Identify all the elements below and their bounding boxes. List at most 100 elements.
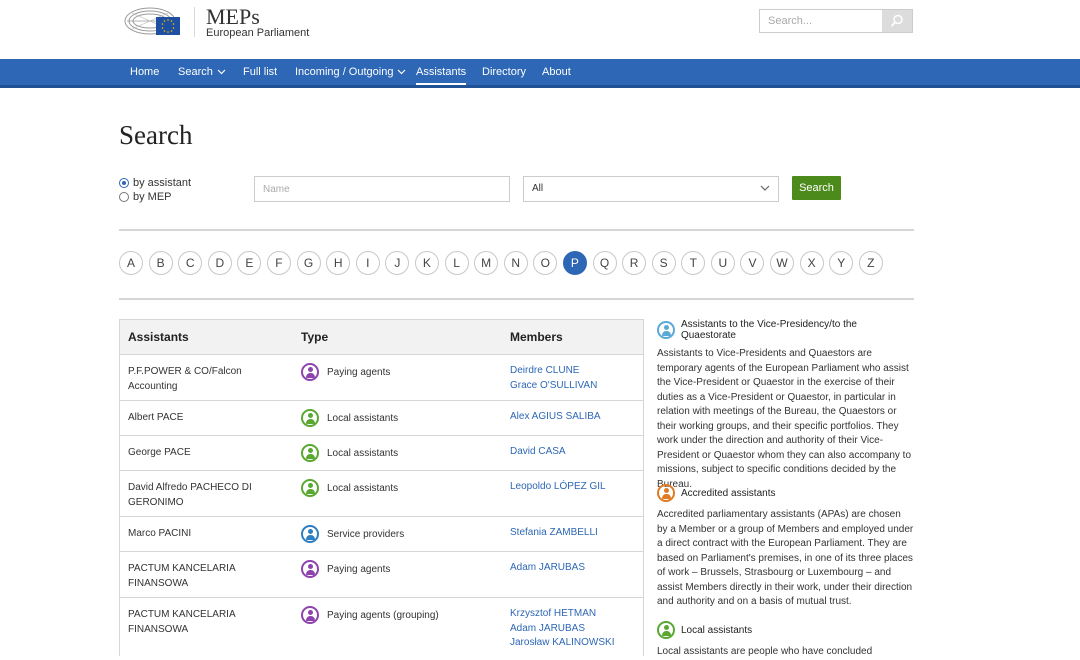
chevron-down-icon bbox=[217, 69, 226, 75]
info-heading: Accredited assistants bbox=[657, 484, 914, 502]
divider bbox=[119, 298, 914, 300]
letter-filter-b[interactable]: B bbox=[148, 251, 173, 275]
letter-filter-y[interactable]: Y bbox=[829, 251, 854, 275]
person-icon bbox=[657, 621, 675, 639]
european-parliament-logo-icon[interactable] bbox=[124, 5, 182, 37]
letter-filter-k[interactable]: K bbox=[414, 251, 439, 275]
letter-filter-p[interactable]: P bbox=[562, 251, 587, 275]
alphabet-filter: ABCDEFGHIJKLMNOPQRSTUVWXYZ bbox=[119, 251, 888, 275]
info-local-assistants: Local assistants Local assistants are pe… bbox=[657, 621, 914, 660]
radio-by-mep-label: by MEP bbox=[133, 191, 172, 203]
nav-search[interactable]: Search bbox=[178, 59, 226, 85]
nav-full-list[interactable]: Full list bbox=[243, 59, 277, 85]
letter-filter-r[interactable]: R bbox=[622, 251, 647, 275]
radio-button-checked[interactable] bbox=[119, 178, 129, 188]
nav-full-list-label: Full list bbox=[243, 66, 278, 78]
nav-home[interactable]: Home bbox=[130, 59, 159, 85]
member-link[interactable]: Stefania ZAMBELLI bbox=[510, 526, 598, 541]
info-text: Accredited parliamentary assistants (APA… bbox=[657, 509, 914, 607]
letter-filter-s[interactable]: S bbox=[651, 251, 676, 275]
member-link[interactable]: Alex AGIUS SALIBA bbox=[510, 410, 601, 425]
nav-directory[interactable]: Directory bbox=[482, 59, 526, 85]
member-link[interactable]: Leopoldo LÓPEZ GIL bbox=[510, 480, 606, 495]
radio-button[interactable] bbox=[119, 192, 129, 202]
letter-filter-j[interactable]: J bbox=[385, 251, 410, 275]
nav-search-label: Search bbox=[178, 66, 213, 78]
assistants-table: Assistants Type Members P.F.POWER & CO/F… bbox=[119, 319, 644, 656]
letter-filter-z[interactable]: Z bbox=[858, 251, 883, 275]
page-title: Search bbox=[119, 120, 193, 150]
letter-filter-e[interactable]: E bbox=[237, 251, 262, 275]
info-text: Assistants to Vice-Presidents and Quaest… bbox=[657, 348, 912, 490]
table-row: PACTUM KANCELARIA FINANSOWA Paying agents… bbox=[120, 552, 643, 598]
assistant-name: PACTUM KANCELARIA FINANSOWA bbox=[128, 563, 236, 589]
letter-filter-o[interactable]: O bbox=[533, 251, 558, 275]
letter-filter-d[interactable]: D bbox=[207, 251, 232, 275]
letter-filter-n[interactable]: N bbox=[503, 251, 528, 275]
info-accredited-assistants: Accredited assistants Accredited parliam… bbox=[657, 484, 914, 610]
member-link[interactable]: David CASA bbox=[510, 445, 566, 460]
assistant-name: George PACE bbox=[128, 447, 191, 458]
site-subtitle: European Parliament bbox=[206, 27, 310, 39]
person-icon bbox=[301, 560, 319, 578]
member-link[interactable]: Adam JARUBAS bbox=[510, 561, 585, 576]
member-link[interactable]: Deirdre CLUNE bbox=[510, 364, 597, 379]
members-list: Deirdre CLUNE Grace O'SULLIVAN bbox=[510, 364, 597, 393]
nav-incoming-outgoing[interactable]: Incoming / Outgoing bbox=[295, 59, 406, 85]
column-header-type[interactable]: Type bbox=[301, 330, 328, 344]
column-header-members[interactable]: Members bbox=[510, 330, 563, 344]
assistant-name: Marco PACINI bbox=[128, 528, 192, 539]
letter-filter-w[interactable]: W bbox=[770, 251, 795, 275]
radio-by-assistant-label: by assistant bbox=[133, 177, 192, 189]
assistant-type-label: Paying agents bbox=[327, 366, 391, 378]
members-list: Krzysztof HETMAN Adam JARUBAS Jarosław KAL… bbox=[510, 607, 614, 651]
nav-home-label: Home bbox=[130, 66, 160, 78]
info-vice-presidency: Assistants to the Vice-Presidency/to the… bbox=[657, 319, 914, 492]
letter-filter-i[interactable]: I bbox=[355, 251, 380, 275]
table-row: David Alfredo PACHECO DI GERONIMO Local a… bbox=[120, 471, 643, 517]
assistant-type: Local assistants bbox=[301, 444, 398, 462]
letter-filter-f[interactable]: F bbox=[266, 251, 291, 275]
name-input[interactable] bbox=[254, 176, 510, 202]
info-title: Accredited assistants bbox=[681, 487, 776, 499]
letter-filter-q[interactable]: Q bbox=[592, 251, 617, 275]
letter-filter-g[interactable]: G bbox=[296, 251, 321, 275]
letter-filter-c[interactable]: C bbox=[178, 251, 203, 275]
assistant-name: Albert PACE bbox=[128, 412, 184, 423]
type-select[interactable]: All bbox=[523, 176, 779, 202]
member-link[interactable]: Jarosław KALINOWSKI bbox=[510, 636, 614, 651]
letter-filter-l[interactable]: L bbox=[444, 251, 469, 275]
member-link[interactable]: Krzysztof HETMAN bbox=[510, 607, 614, 622]
assistant-type-label: Paying agents bbox=[327, 563, 391, 575]
radio-by-mep[interactable]: by MEP bbox=[119, 191, 172, 203]
letter-filter-h[interactable]: H bbox=[326, 251, 351, 275]
letter-filter-a[interactable]: A bbox=[119, 251, 143, 275]
person-icon bbox=[301, 444, 319, 462]
member-link[interactable]: Adam JARUBAS bbox=[510, 622, 614, 637]
search-icon bbox=[890, 14, 903, 27]
letter-filter-u[interactable]: U bbox=[710, 251, 735, 275]
column-header-assistants[interactable]: Assistants bbox=[128, 330, 189, 344]
letter-filter-x[interactable]: X bbox=[799, 251, 824, 275]
assistant-type-label: Local assistants bbox=[327, 447, 399, 459]
table-row: Albert PACE Local assistants Alex AGIUS SA… bbox=[120, 401, 643, 436]
table-row: Marco PACINI Service providers Stefania ZA… bbox=[120, 517, 643, 552]
info-text: Local assistants are people who have con… bbox=[657, 646, 873, 657]
search-submit-button[interactable]: Search bbox=[792, 176, 841, 200]
nav-about[interactable]: About bbox=[542, 59, 571, 85]
table-body: P.F.POWER & CO/Falcon Accounting Paying a… bbox=[120, 355, 643, 656]
radio-by-assistant[interactable]: by assistant bbox=[119, 177, 191, 189]
person-icon bbox=[301, 479, 319, 497]
assistant-type: Local assistants bbox=[301, 479, 398, 497]
members-list: Leopoldo LÓPEZ GIL bbox=[510, 480, 606, 495]
header-search-button[interactable] bbox=[882, 10, 912, 32]
header-search-input[interactable] bbox=[760, 10, 882, 32]
assistant-type: Paying agents bbox=[301, 560, 390, 578]
letter-filter-v[interactable]: V bbox=[740, 251, 765, 275]
assistant-type: Service providers bbox=[301, 525, 404, 543]
member-link[interactable]: Grace O'SULLIVAN bbox=[510, 379, 597, 394]
letter-filter-t[interactable]: T bbox=[681, 251, 706, 275]
letter-filter-m[interactable]: M bbox=[474, 251, 499, 275]
nav-assistants[interactable]: Assistants bbox=[416, 59, 467, 85]
members-list: Alex AGIUS SALIBA bbox=[510, 410, 601, 425]
